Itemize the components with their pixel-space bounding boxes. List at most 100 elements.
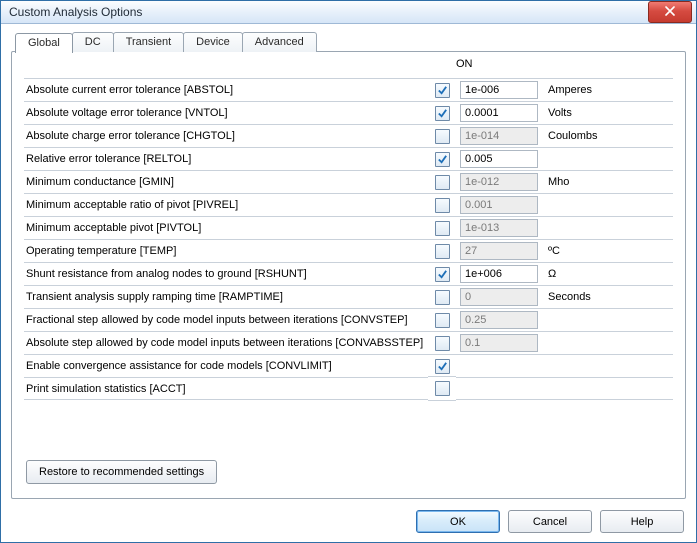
option-on-cell xyxy=(428,354,456,378)
tab-global[interactable]: Global xyxy=(15,33,73,53)
option-on-checkbox[interactable] xyxy=(435,359,450,374)
option-value-input xyxy=(460,242,538,260)
option-label: Operating temperature [TEMP] xyxy=(24,239,428,262)
option-label: Print simulation statistics [ACCT] xyxy=(24,377,428,400)
option-label: Absolute charge error tolerance [CHGTOL] xyxy=(24,124,428,147)
option-row: Absolute charge error tolerance [CHGTOL]… xyxy=(24,124,673,147)
option-on-cell xyxy=(428,78,456,102)
option-on-checkbox[interactable] xyxy=(435,336,450,351)
option-unit: Coulombs xyxy=(542,124,673,147)
option-on-checkbox[interactable] xyxy=(435,175,450,190)
option-row: Absolute voltage error tolerance [VNTOL]… xyxy=(24,101,673,124)
option-on-checkbox[interactable] xyxy=(435,267,450,282)
option-row: Minimum acceptable pivot [PIVTOL] xyxy=(24,216,673,239)
option-row: Absolute step allowed by code model inpu… xyxy=(24,331,673,354)
close-button[interactable] xyxy=(648,1,692,23)
option-on-cell xyxy=(428,216,456,240)
option-value-cell xyxy=(456,101,542,124)
restore-button[interactable]: Restore to recommended settings xyxy=(26,460,217,484)
option-on-cell xyxy=(428,101,456,125)
option-value-input xyxy=(460,334,538,352)
option-row: Minimum conductance [GMIN] Mho xyxy=(24,170,673,193)
option-on-cell xyxy=(428,308,456,332)
option-row: Absolute current error tolerance [ABSTOL… xyxy=(24,78,673,101)
option-on-cell xyxy=(428,193,456,217)
option-value-input[interactable] xyxy=(460,104,538,122)
option-on-checkbox[interactable] xyxy=(435,152,450,167)
option-value-cell xyxy=(456,193,542,216)
option-on-cell xyxy=(428,262,456,286)
option-on-cell xyxy=(428,170,456,194)
option-on-cell xyxy=(428,376,456,401)
dialog-footer: OK Cancel Help xyxy=(1,509,696,542)
option-on-checkbox[interactable] xyxy=(435,129,450,144)
option-label: Minimum conductance [GMIN] xyxy=(24,170,428,193)
option-row: Minimum acceptable ratio of pivot [PIVRE… xyxy=(24,193,673,216)
option-unit: Amperes xyxy=(542,78,673,101)
option-label: Absolute step allowed by code model inpu… xyxy=(24,331,428,354)
option-value-cell xyxy=(456,147,542,170)
option-value-cell xyxy=(456,354,542,377)
option-on-cell xyxy=(428,331,456,355)
tab-device[interactable]: Device xyxy=(183,32,243,52)
option-unit xyxy=(542,354,673,377)
option-unit xyxy=(542,147,673,170)
option-label: Minimum acceptable pivot [PIVTOL] xyxy=(24,216,428,239)
option-on-checkbox[interactable] xyxy=(435,244,450,259)
option-on-cell xyxy=(428,285,456,309)
option-on-checkbox[interactable] xyxy=(435,290,450,305)
option-value-input xyxy=(460,288,538,306)
option-unit: Mho xyxy=(542,170,673,193)
option-row: Fractional step allowed by code model in… xyxy=(24,308,673,331)
option-value-input xyxy=(460,219,538,237)
option-row: Shunt resistance from analog nodes to gr… xyxy=(24,262,673,285)
option-on-checkbox[interactable] xyxy=(435,83,450,98)
option-on-checkbox[interactable] xyxy=(435,198,450,213)
option-on-cell xyxy=(428,239,456,263)
option-on-checkbox[interactable] xyxy=(435,221,450,236)
options-grid: Absolute current error tolerance [ABSTOL… xyxy=(24,78,673,400)
option-label: Fractional step allowed by code model in… xyxy=(24,308,428,331)
dialog-window: Custom Analysis Options GlobalDCTransien… xyxy=(0,0,697,543)
cancel-button[interactable]: Cancel xyxy=(508,510,592,533)
option-value-input xyxy=(460,127,538,145)
option-value-cell xyxy=(456,216,542,239)
option-row: Print simulation statistics [ACCT] xyxy=(24,377,673,400)
option-row: Relative error tolerance [RELTOL] xyxy=(24,147,673,170)
option-row: Operating temperature [TEMP] ºC xyxy=(24,239,673,262)
option-value-input[interactable] xyxy=(460,265,538,283)
tab-panel-global: ON Absolute current error tolerance [ABS… xyxy=(11,51,686,499)
option-value-cell xyxy=(456,78,542,101)
tab-transient[interactable]: Transient xyxy=(113,32,184,52)
option-value-cell xyxy=(456,262,542,285)
option-value-input xyxy=(460,311,538,329)
client-area: GlobalDCTransientDeviceAdvanced ON Absol… xyxy=(1,24,696,509)
option-unit xyxy=(542,308,673,331)
help-button[interactable]: Help xyxy=(600,510,684,533)
option-value-cell xyxy=(456,331,542,354)
tab-dc[interactable]: DC xyxy=(72,32,114,52)
option-on-checkbox[interactable] xyxy=(435,106,450,121)
option-value-cell xyxy=(456,170,542,193)
ok-button[interactable]: OK xyxy=(416,510,500,533)
option-unit xyxy=(542,216,673,239)
option-label: Transient analysis supply ramping time [… xyxy=(24,285,428,308)
close-icon xyxy=(665,6,675,19)
option-value-cell xyxy=(456,124,542,147)
column-header-on: ON xyxy=(456,58,473,70)
option-value-input xyxy=(460,173,538,191)
window-title: Custom Analysis Options xyxy=(9,5,142,19)
option-on-checkbox[interactable] xyxy=(435,381,450,396)
option-value-cell xyxy=(456,377,542,400)
option-on-checkbox[interactable] xyxy=(435,313,450,328)
option-value-input[interactable] xyxy=(460,150,538,168)
option-on-cell xyxy=(428,124,456,148)
option-row: Transient analysis supply ramping time [… xyxy=(24,285,673,308)
option-unit xyxy=(542,331,673,354)
titlebar: Custom Analysis Options xyxy=(1,1,696,24)
tab-advanced[interactable]: Advanced xyxy=(242,32,317,52)
option-unit: ºC xyxy=(542,239,673,262)
option-value-input[interactable] xyxy=(460,81,538,99)
tabstrip: GlobalDCTransientDeviceAdvanced xyxy=(15,32,686,52)
option-label: Enable convergence assistance for code m… xyxy=(24,354,428,377)
